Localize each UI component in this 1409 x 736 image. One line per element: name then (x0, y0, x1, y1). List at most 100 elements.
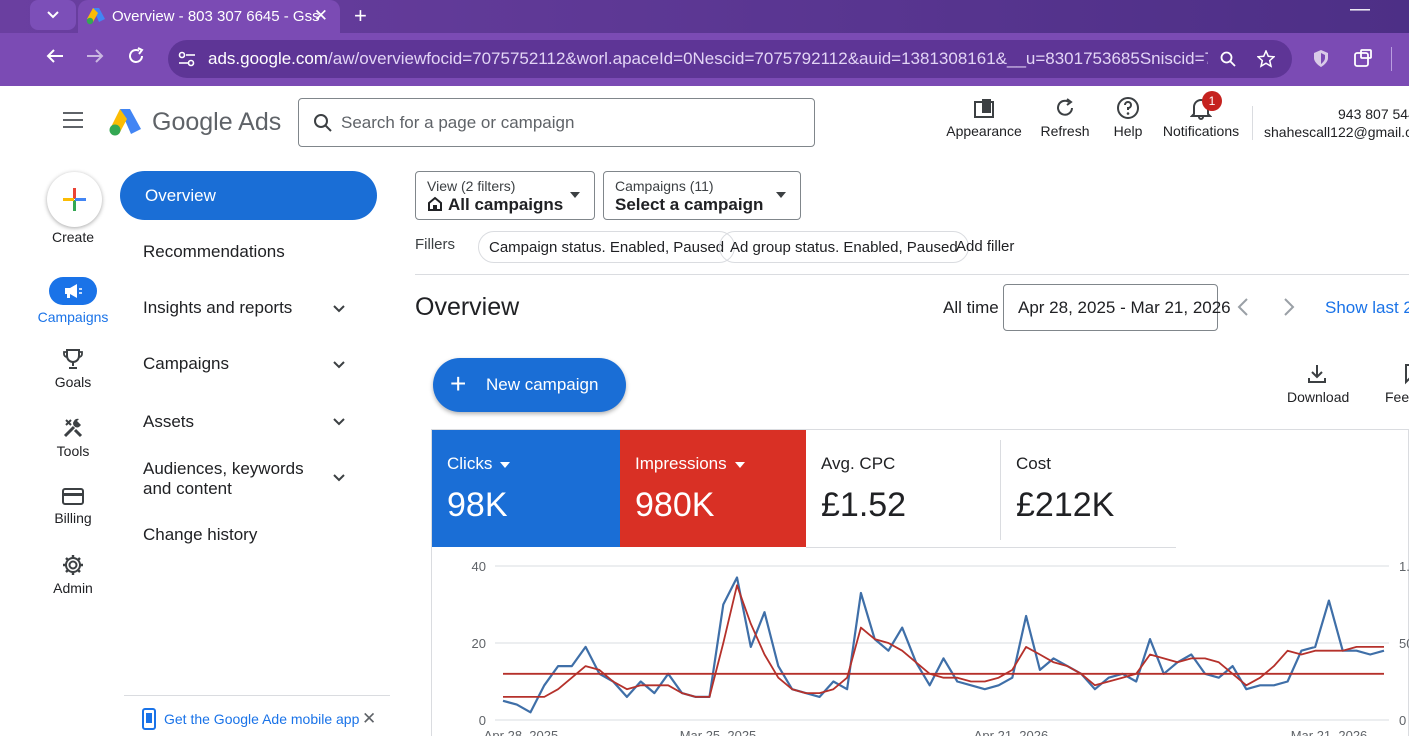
filter-divider (415, 274, 1409, 275)
chevron-right-icon[interactable] (1282, 297, 1296, 317)
clicks-label: Clicks (447, 454, 493, 473)
view-filter-dropdown[interactable]: View (2 filters) All campaigns (415, 171, 595, 220)
minimize-window-icon[interactable]: — (1350, 0, 1370, 21)
url-path: /aw/overviewfocid=7075752112&worl.apaceI… (328, 49, 1208, 68)
chevron-down-icon[interactable] (332, 471, 346, 485)
notifications-button[interactable]: Notifications (1161, 96, 1241, 139)
plus-icon: + (450, 368, 467, 399)
clicks-series-line (502, 576, 1385, 714)
date-range-preset[interactable]: All time (943, 298, 999, 318)
nav-audiences[interactable]: Audiences, keywords and content (143, 459, 323, 499)
rail-tools[interactable]: Tools (35, 417, 111, 459)
impressions-label: Impressions (635, 454, 727, 473)
account-id[interactable]: 943 807 544 (1338, 106, 1409, 122)
nav-campaigns[interactable]: Campaigns (143, 354, 323, 374)
shield-extension-icon[interactable] (1313, 49, 1329, 68)
show-last-link[interactable]: Show last 20 (1325, 298, 1409, 318)
mobile-app-link[interactable]: Get the Google Ade mobile app (164, 711, 359, 727)
create-button[interactable] (47, 172, 102, 227)
rail-campaigns[interactable]: Campaigns (35, 277, 111, 325)
rail-goals[interactable]: Goals (35, 348, 111, 390)
tools-label: Tools (56, 443, 90, 459)
impressions-scorecard[interactable]: Impressions 980K (620, 430, 806, 547)
view-filter-value: All campaigns (448, 195, 564, 214)
dropdown-arrow-icon (776, 192, 786, 198)
forward-arrow-icon[interactable] (86, 47, 104, 70)
omnibox[interactable]: ads.google.com/aw/overviewfocid=70757521… (168, 40, 1292, 78)
browser-tab[interactable]: Overview - 803 307 6645 - Gss ✕ (78, 0, 340, 33)
url-host: ads.google.com (208, 49, 329, 68)
megaphone-icon (65, 284, 82, 298)
close-tab-icon[interactable]: ✕ (314, 6, 328, 26)
y-tick-label: 20 (472, 636, 486, 651)
refresh-button[interactable]: Refresh (1037, 96, 1093, 139)
appearance-button[interactable]: Appearance (946, 96, 1022, 139)
site-settings-icon[interactable] (178, 51, 196, 67)
filters-label: Fillers (415, 236, 455, 253)
feedback-button[interactable]: Feed (1385, 363, 1409, 405)
avg-cpc-scorecard[interactable]: Avg. CPC £1.52 (806, 430, 1000, 547)
help-icon (1117, 97, 1139, 119)
cost-scorecard[interactable]: Cost £212K (1000, 440, 1176, 540)
cost-label: Cost (1016, 454, 1051, 473)
chevron-down-icon[interactable] (332, 358, 346, 372)
nav-assets[interactable]: Assets (143, 412, 323, 432)
help-button[interactable]: Help (1110, 96, 1146, 139)
nav-overview[interactable]: Overview (120, 171, 377, 220)
filter-chip-ad-group-status[interactable]: Ad group status. Enabled, Paused (719, 231, 969, 263)
chevron-down-icon (47, 11, 59, 19)
nav-recommendations[interactable]: Recommendations (143, 242, 323, 262)
close-icon[interactable]: ✕ (362, 709, 376, 729)
y-right-tick-label: 1. (1399, 559, 1409, 574)
date-range-picker[interactable]: Apr 28, 2025 - Mar 21, 2026 (1003, 284, 1231, 331)
nav-insights[interactable]: Insights and reports (143, 298, 323, 318)
bookmark-star-icon[interactable] (1257, 50, 1275, 68)
dropdown-arrow-icon (500, 461, 511, 468)
dropdown-arrow-icon (570, 192, 580, 198)
y-tick-label: 0 (479, 713, 486, 728)
rail-billing[interactable]: Billing (35, 486, 111, 526)
tab-search-button[interactable] (30, 0, 76, 30)
chevron-left-icon[interactable] (1236, 297, 1250, 317)
header-divider (1252, 106, 1253, 140)
gear-icon (63, 555, 83, 575)
nav-change-history[interactable]: Change history (143, 525, 323, 545)
clicks-value: 98K (447, 486, 508, 524)
reload-icon[interactable] (127, 47, 145, 71)
google-ads-logo-icon (109, 109, 141, 136)
chevron-down-icon[interactable] (332, 415, 346, 429)
google-ads-favicon-icon (86, 8, 105, 25)
campaign-select-value: Select a campaign (615, 195, 764, 214)
search-zoom-icon[interactable] (1220, 51, 1236, 67)
extensions-icon[interactable] (1353, 49, 1372, 68)
search-icon (314, 114, 332, 132)
toolbar-divider (1391, 47, 1392, 71)
chevron-down-icon[interactable] (332, 302, 346, 316)
clicks-scorecard[interactable]: Clicks 98K (432, 430, 620, 547)
goals-label: Goals (54, 374, 92, 390)
refresh-label: Refresh (1040, 123, 1090, 139)
campaign-select-label: Campaigns (11) (615, 178, 714, 194)
refresh-icon (1057, 98, 1073, 116)
filter-chip-campaign-status[interactable]: Campaign status. Enabled, Paused (478, 231, 736, 263)
appearance-label: Appearance (946, 123, 1022, 139)
search-input[interactable]: Search for a page or campaign (298, 98, 815, 147)
x-tick-label: Mar 25, 2025 (680, 728, 757, 736)
new-campaign-button[interactable]: + New campaign (433, 358, 626, 412)
new-tab-icon[interactable]: + (354, 3, 367, 29)
back-arrow-icon[interactable] (46, 47, 64, 70)
performance-chart: 402001.500Apr 28, 2025Mar 25, 2025Apr 21… (472, 559, 1409, 736)
rail-admin[interactable]: Admin (35, 554, 111, 596)
campaign-select-dropdown[interactable]: Campaigns (11) Select a campaign (603, 171, 801, 220)
page-title: Overview (415, 293, 520, 321)
download-button[interactable]: Download (1287, 363, 1349, 405)
dropdown-arrow-icon (734, 461, 745, 468)
billing-label: Billing (54, 510, 92, 526)
credit-card-icon (62, 488, 84, 505)
browser-toolbar: ads.google.com/aw/overviewfocid=70757521… (0, 33, 1409, 86)
account-email[interactable]: shahescall122@gmail.co (1264, 124, 1409, 140)
y-right-tick-label: 0 (1399, 713, 1406, 728)
add-filter-button[interactable]: Add filler (956, 238, 1014, 255)
menu-icon[interactable] (63, 112, 83, 128)
browser-tab-bar: Overview - 803 307 6645 - Gss ✕ + — (0, 0, 1409, 33)
